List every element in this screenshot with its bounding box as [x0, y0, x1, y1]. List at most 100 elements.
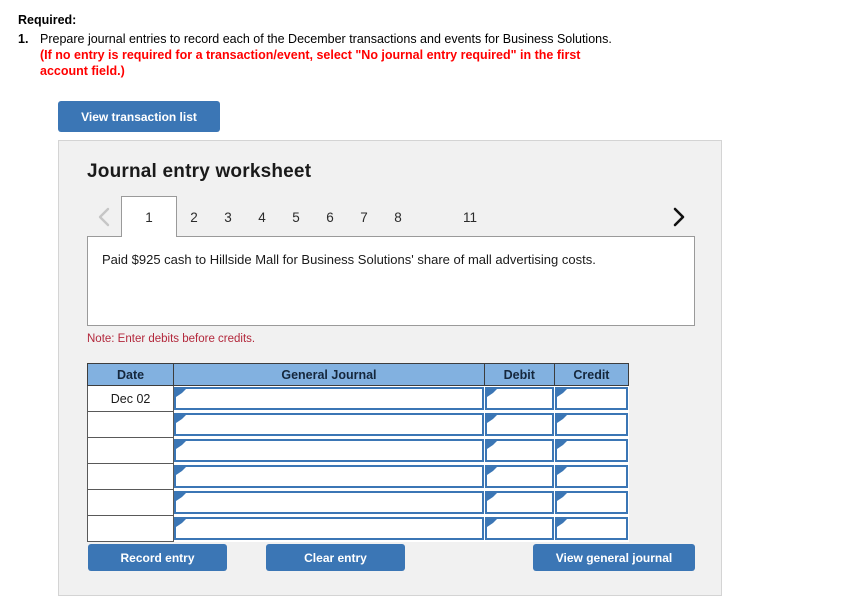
- column-header-debit: Debit: [483, 363, 555, 386]
- journal-account-field[interactable]: [174, 413, 484, 436]
- journal-credit-field[interactable]: [554, 413, 628, 436]
- column-header-date: Date: [86, 363, 175, 386]
- journal-debit-field-cell: [483, 385, 555, 412]
- journal-credit-field[interactable]: [554, 491, 628, 514]
- field-marker-icon: [486, 389, 497, 397]
- table-row: [86, 463, 630, 490]
- worksheet-tab-7[interactable]: 7: [347, 196, 381, 237]
- journal-table-body: Dec 02: [86, 385, 630, 542]
- journal-credit-field-cell: [553, 411, 630, 438]
- chevron-right-icon[interactable]: [661, 196, 695, 237]
- journal-credit-field[interactable]: [554, 465, 628, 488]
- worksheet-tab-5[interactable]: 5: [279, 196, 313, 237]
- journal-debit-field[interactable]: [484, 439, 554, 462]
- field-marker-icon: [486, 441, 497, 449]
- required-item-number: 1.: [18, 32, 29, 46]
- worksheet-title: Journal entry worksheet: [87, 161, 312, 182]
- view-transaction-list-button[interactable]: View transaction list: [58, 101, 220, 132]
- worksheet-tab-1[interactable]: 1: [121, 196, 177, 237]
- journal-date-cell[interactable]: [86, 411, 175, 438]
- journal-account-field-cell: [173, 463, 485, 490]
- journal-date-cell[interactable]: [86, 515, 175, 542]
- worksheet-tab-6[interactable]: 6: [313, 196, 347, 237]
- journal-debit-field[interactable]: [484, 465, 554, 488]
- worksheet-tab-4[interactable]: 4: [245, 196, 279, 237]
- field-marker-icon: [176, 389, 187, 397]
- journal-debit-field[interactable]: [484, 517, 554, 540]
- journal-account-field[interactable]: [174, 387, 484, 410]
- field-marker-icon: [556, 519, 567, 527]
- journal-debit-field[interactable]: [484, 491, 554, 514]
- journal-debit-field-cell: [483, 411, 555, 438]
- worksheet-tab-11[interactable]: 11: [453, 196, 487, 237]
- journal-date-cell[interactable]: Dec 02: [86, 385, 175, 412]
- journal-credit-field-cell: [553, 489, 630, 516]
- journal-credit-field[interactable]: [554, 439, 628, 462]
- journal-debit-field[interactable]: [484, 387, 554, 410]
- table-row: Dec 02: [86, 385, 630, 412]
- transaction-description-text: Paid $925 cash to Hillside Mall for Busi…: [102, 252, 596, 267]
- required-item: 1. Prepare journal entries to record eac…: [18, 31, 718, 79]
- transaction-description-box: Paid $925 cash to Hillside Mall for Busi…: [87, 236, 695, 326]
- table-row: [86, 515, 630, 542]
- journal-credit-field-cell: [553, 385, 630, 412]
- journal-account-field-cell: [173, 489, 485, 516]
- worksheet-tab-2[interactable]: 2: [177, 196, 211, 237]
- journal-account-field-cell: [173, 437, 485, 464]
- required-red-note: (If no entry is required for a transacti…: [40, 48, 581, 78]
- required-instruction-text: Prepare journal entries to record each o…: [40, 32, 612, 46]
- journal-credit-field[interactable]: [554, 517, 628, 540]
- worksheet-tab-8[interactable]: 8: [381, 196, 415, 237]
- field-marker-icon: [176, 519, 187, 527]
- record-entry-button[interactable]: Record entry: [88, 544, 227, 571]
- journal-entry-table: Date General Journal Debit Credit Dec 02: [86, 363, 630, 542]
- journal-account-field-cell: [173, 411, 485, 438]
- journal-credit-field-cell: [553, 437, 630, 464]
- debits-before-credits-note: Note: Enter debits before credits.: [87, 333, 256, 345]
- field-marker-icon: [486, 467, 497, 475]
- table-row: [86, 489, 630, 516]
- column-header-credit: Credit: [553, 363, 630, 386]
- clear-entry-button[interactable]: Clear entry: [266, 544, 405, 571]
- field-marker-icon: [556, 389, 567, 397]
- field-marker-icon: [176, 493, 187, 501]
- field-marker-icon: [556, 415, 567, 423]
- journal-debit-field-cell: [483, 437, 555, 464]
- worksheet-tab-strip: 1 2 3 4 5 6 7 8 11: [87, 196, 695, 237]
- journal-credit-field-cell: [553, 515, 630, 542]
- journal-account-field[interactable]: [174, 439, 484, 462]
- journal-date-cell[interactable]: [86, 489, 175, 516]
- journal-debit-field-cell: [483, 463, 555, 490]
- column-header-general-journal: General Journal: [173, 363, 485, 386]
- view-general-journal-button[interactable]: View general journal: [533, 544, 695, 571]
- required-instructions: Required: 1. Prepare journal entries to …: [18, 12, 718, 79]
- worksheet-tab-list: 1 2 3 4 5 6 7 8 11: [121, 196, 487, 237]
- field-marker-icon: [486, 519, 497, 527]
- chevron-left-icon[interactable]: [87, 196, 121, 237]
- journal-entry-worksheet-panel: Journal entry worksheet 1 2 3 4 5 6 7 8 11 Paid …: [58, 140, 722, 596]
- journal-account-field-cell: [173, 515, 485, 542]
- journal-date-cell[interactable]: [86, 463, 175, 490]
- field-marker-icon: [486, 493, 497, 501]
- field-marker-icon: [176, 441, 187, 449]
- table-row: [86, 411, 630, 438]
- field-marker-icon: [556, 493, 567, 501]
- journal-debit-field[interactable]: [484, 413, 554, 436]
- journal-credit-field[interactable]: [554, 387, 628, 410]
- journal-account-field[interactable]: [174, 465, 484, 488]
- journal-debit-field-cell: [483, 515, 555, 542]
- field-marker-icon: [556, 467, 567, 475]
- worksheet-tab-3[interactable]: 3: [211, 196, 245, 237]
- field-marker-icon: [176, 467, 187, 475]
- field-marker-icon: [176, 415, 187, 423]
- field-marker-icon: [486, 415, 497, 423]
- journal-date-cell[interactable]: [86, 437, 175, 464]
- journal-account-field-cell: [173, 385, 485, 412]
- journal-debit-field-cell: [483, 489, 555, 516]
- journal-account-field[interactable]: [174, 491, 484, 514]
- required-item-text: Prepare journal entries to record each o…: [40, 31, 612, 79]
- journal-account-field[interactable]: [174, 517, 484, 540]
- journal-credit-field-cell: [553, 463, 630, 490]
- required-heading: Required:: [18, 13, 77, 27]
- table-row: [86, 437, 630, 464]
